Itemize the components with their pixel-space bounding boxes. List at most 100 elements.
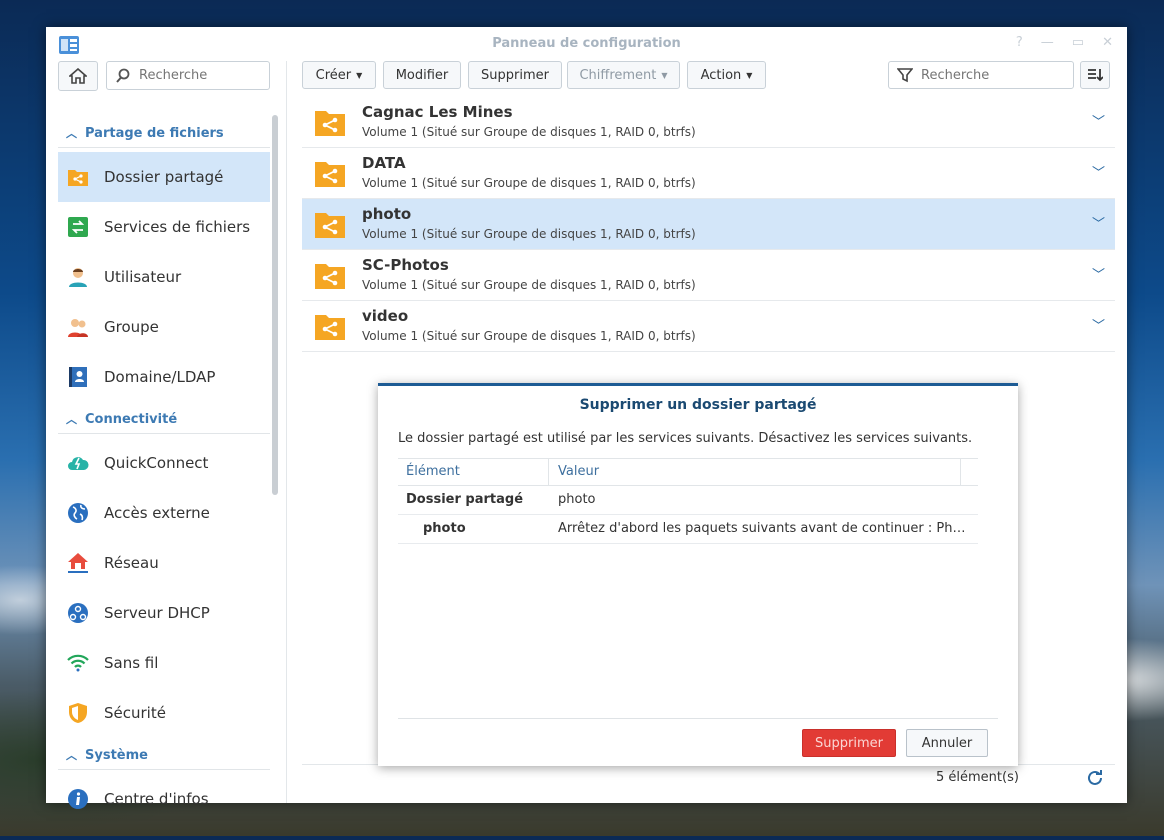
- chevron-down-icon[interactable]: ﹀: [1092, 111, 1105, 130]
- sidebar-item-wireless[interactable]: Sans fil: [58, 638, 270, 688]
- column-header-value[interactable]: Valeur: [558, 464, 599, 479]
- folder-location: Volume 1 (Situé sur Groupe de disques 1,…: [362, 329, 696, 343]
- caret-down-icon: ▼: [746, 70, 753, 80]
- chevron-down-icon[interactable]: ﹀: [1092, 213, 1105, 232]
- cancel-button[interactable]: Annuler: [906, 729, 988, 757]
- column-header-element[interactable]: Élément: [406, 464, 460, 479]
- list-item-selected[interactable]: photo Volume 1 (Situé sur Groupe de disq…: [302, 199, 1115, 250]
- sidebar-item-label: Services de fichiers: [104, 218, 251, 236]
- sidebar-item-shared-folder[interactable]: Dossier partagé: [58, 152, 270, 202]
- section-label: Système: [85, 747, 148, 763]
- sidebar-item-label: Accès externe: [104, 504, 210, 522]
- column-divider: [960, 459, 961, 485]
- maximize-icon[interactable]: ▭: [1072, 35, 1084, 50]
- sidebar-item-external-access[interactable]: Accès externe: [58, 488, 270, 538]
- minimize-icon[interactable]: —: [1041, 35, 1054, 50]
- sidebar-item-label: QuickConnect: [104, 454, 209, 472]
- left-search-input[interactable]: [137, 67, 261, 84]
- section-header-connectivity[interactable]: ︿ Connectivité: [66, 408, 177, 430]
- table-row[interactable]: photo Arrêtez d'abord les paquets suivan…: [398, 515, 978, 544]
- list-item[interactable]: video Volume 1 (Situé sur Groupe de disq…: [302, 301, 1115, 352]
- sidebar-item-label: Domaine/LDAP: [104, 368, 216, 386]
- sidebar-item-label: Sans fil: [104, 654, 159, 672]
- encryption-button[interactable]: Chiffrement ▼: [567, 61, 680, 89]
- folder-name: SC-Photos: [362, 256, 449, 274]
- folder-search-input[interactable]: [919, 66, 1043, 84]
- row-value: photo: [558, 492, 596, 507]
- folder-search-box[interactable]: [888, 61, 1074, 89]
- file-services-icon: [66, 215, 90, 239]
- row-element: photo: [423, 521, 466, 536]
- sort-icon: [1088, 69, 1103, 82]
- shared-folder-icon: [66, 165, 90, 189]
- shared-folder-icon: [315, 264, 345, 289]
- caret-down-icon: ▼: [661, 70, 668, 80]
- table-row[interactable]: Dossier partagé photo: [398, 486, 978, 515]
- info-icon: [66, 787, 90, 811]
- sidebar-item-group[interactable]: Groupe: [58, 302, 270, 352]
- section-header-file-sharing[interactable]: ︿ Partage de fichiers: [66, 122, 224, 144]
- divider: [58, 433, 270, 434]
- list-item[interactable]: SC-Photos Volume 1 (Situé sur Groupe de …: [302, 250, 1115, 301]
- left-navigation-pane: ︿ Partage de fichiers Dossier partagé Se…: [46, 61, 287, 809]
- sidebar-item-domain-ldap[interactable]: Domaine/LDAP: [58, 352, 270, 402]
- network-house-icon: [66, 551, 90, 575]
- shared-folder-list: Cagnac Les Mines Volume 1 (Situé sur Gro…: [302, 97, 1115, 352]
- sidebar-item-info-center[interactable]: Centre d'infos: [58, 774, 270, 824]
- folder-location: Volume 1 (Situé sur Groupe de disques 1,…: [362, 176, 696, 190]
- delete-shared-folder-dialog: Supprimer un dossier partagé Le dossier …: [378, 383, 1018, 766]
- sidebar-item-file-services[interactable]: Services de fichiers: [58, 202, 270, 252]
- left-search-box[interactable]: [106, 61, 270, 90]
- row-element: Dossier partagé: [406, 492, 524, 507]
- chevron-up-icon: ︿: [66, 127, 77, 140]
- chevron-up-icon: ︿: [66, 413, 77, 426]
- list-item[interactable]: DATA Volume 1 (Situé sur Groupe de disqu…: [302, 148, 1115, 199]
- row-value: Arrêtez d'abord les paquets suivants ava…: [558, 521, 968, 536]
- refresh-icon[interactable]: [1086, 769, 1104, 787]
- chevron-down-icon[interactable]: ﹀: [1092, 264, 1105, 283]
- chevron-down-icon[interactable]: ﹀: [1092, 162, 1105, 181]
- chevron-up-icon: ︿: [66, 749, 77, 762]
- sidebar-item-dhcp-server[interactable]: Serveur DHCP: [58, 588, 270, 638]
- delete-label: Supprimer: [481, 67, 549, 83]
- section-header-system[interactable]: ︿ Système: [66, 744, 148, 766]
- sidebar-item-security[interactable]: Sécurité: [58, 688, 270, 738]
- wifi-icon: [66, 651, 90, 675]
- sidebar-item-quickconnect[interactable]: QuickConnect: [58, 438, 270, 488]
- section-label: Partage de fichiers: [85, 125, 224, 141]
- table-header: Élément Valeur: [398, 458, 978, 486]
- home-button[interactable]: [58, 61, 98, 91]
- window-controls: ? — ▭ ✕: [1016, 35, 1113, 50]
- help-icon[interactable]: ?: [1016, 35, 1023, 50]
- item-count: 5 élément(s): [936, 770, 1019, 785]
- sort-button[interactable]: [1080, 61, 1110, 89]
- folder-name: video: [362, 307, 409, 325]
- create-button[interactable]: Créer ▼: [302, 61, 376, 89]
- divider: [58, 147, 270, 148]
- divider: [398, 718, 998, 719]
- chevron-down-icon[interactable]: ﹀: [1092, 315, 1105, 334]
- control-panel-window: Panneau de configuration ? — ▭ ✕ ︿ Parta…: [46, 27, 1127, 809]
- dialog-title: Supprimer un dossier partagé: [579, 397, 817, 413]
- column-divider: [548, 459, 549, 485]
- sidebar-item-user[interactable]: Utilisateur: [58, 252, 270, 302]
- list-item[interactable]: Cagnac Les Mines Volume 1 (Situé sur Gro…: [302, 97, 1115, 148]
- sidebar-item-label: Serveur DHCP: [104, 604, 210, 622]
- divider: [58, 769, 270, 770]
- sidebar-item-label: Centre d'infos: [104, 790, 209, 808]
- title-bar: Panneau de configuration ? — ▭ ✕: [46, 27, 1127, 61]
- close-icon[interactable]: ✕: [1102, 35, 1113, 50]
- user-icon: [66, 265, 90, 289]
- left-scrollbar[interactable]: [272, 115, 278, 495]
- confirm-delete-button[interactable]: Supprimer: [802, 729, 896, 757]
- sidebar-item-network[interactable]: Réseau: [58, 538, 270, 588]
- modify-button[interactable]: Modifier: [383, 61, 461, 89]
- modify-label: Modifier: [395, 67, 449, 83]
- delete-button[interactable]: Supprimer: [468, 61, 562, 89]
- caret-down-icon: ▼: [356, 70, 363, 80]
- action-button[interactable]: Action ▼: [687, 61, 766, 89]
- globe-icon: [66, 501, 90, 525]
- shared-folder-icon: [315, 315, 345, 340]
- window-title: Panneau de configuration: [492, 36, 681, 51]
- folder-name: Cagnac Les Mines: [362, 103, 513, 121]
